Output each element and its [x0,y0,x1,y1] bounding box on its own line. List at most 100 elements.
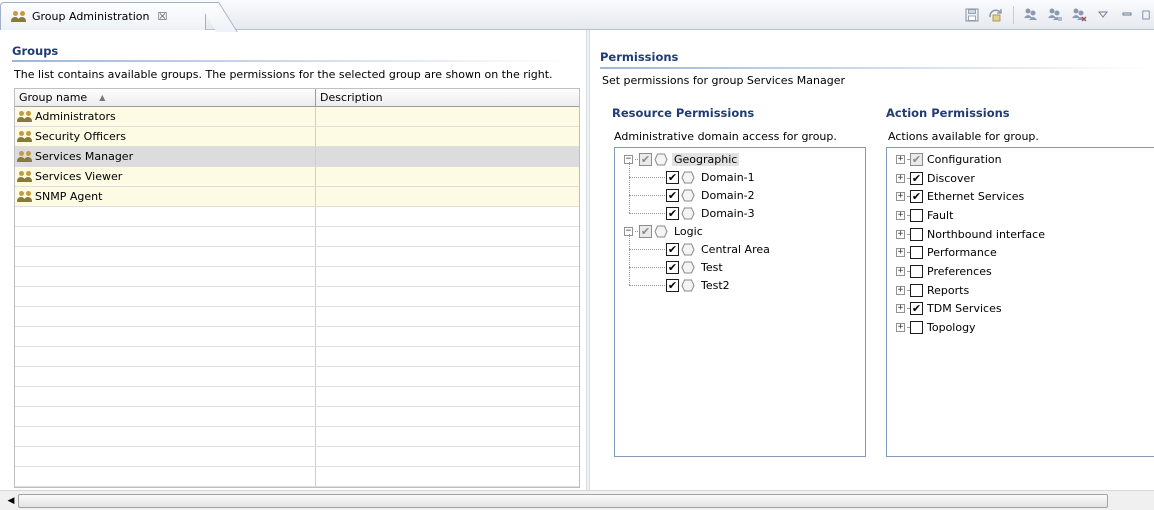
action-node-ethernet-services[interactable]: + ✔ Ethernet Services [887,187,1154,206]
delete-group-icon[interactable] [1070,6,1088,24]
expand-icon[interactable]: + [896,210,905,220]
empty-cell [15,387,316,406]
action-node-preferences[interactable]: + Preferences [887,262,1154,281]
checkbox[interactable] [910,246,923,260]
empty-cell [316,387,579,406]
expand-icon[interactable]: + [896,248,905,258]
table-row[interactable]: Administrators [15,107,579,127]
action-node-reports[interactable]: + Reports [887,281,1154,300]
table-row [15,227,579,247]
expand-icon[interactable]: + [896,304,905,314]
checkbox[interactable] [910,264,923,278]
tree-connector [629,194,665,196]
groups-title-underline [12,60,572,62]
table-row[interactable]: SNMP Agent [15,187,579,207]
tree-node-label: Domain-2 [701,188,755,202]
checkbox[interactable]: ✔ [666,278,679,292]
checkbox[interactable] [910,283,923,297]
scroll-right-arrow-icon[interactable] [1146,494,1154,508]
expand-icon[interactable]: + [896,192,905,202]
checkbox[interactable]: ✔ [666,260,679,274]
empty-cell [15,447,316,466]
tree-connector [907,252,909,254]
action-permissions-description: Actions available for group. [888,130,1039,143]
save-icon[interactable] [963,6,981,24]
tree-node-logic[interactable]: − ✔ Logic [615,222,865,240]
view-menu-icon[interactable] [1094,6,1112,24]
checkbox[interactable]: ✔ [666,188,679,202]
checkbox[interactable] [910,227,923,241]
action-node-fault[interactable]: + Fault [887,206,1154,225]
group-description-cell [316,187,579,206]
table-row [15,327,579,347]
maximize-icon[interactable] [1142,6,1150,24]
edit-group-icon[interactable] [1046,6,1064,24]
action-node-topology[interactable]: + Topology [887,318,1154,337]
table-row[interactable]: Security Officers [15,127,579,147]
column-header-group-name[interactable]: Group name ▲ [15,89,316,106]
tab-group-administration[interactable]: Group Administration ☒ [0,2,206,30]
action-node-label: Northbound interface [927,227,1045,241]
tree-connector [907,327,909,329]
action-node-tdm-services[interactable]: + ✔ TDM Services [887,300,1154,319]
action-node-performance[interactable]: + Performance [887,243,1154,262]
checkbox[interactable] [910,321,923,335]
checkbox[interactable]: ✔ [910,171,923,185]
expand-icon[interactable]: + [896,173,905,183]
checkbox[interactable]: ✔ [666,170,679,184]
tree-node-domain-1[interactable]: ✔ Domain-1 [615,162,865,186]
table-row[interactable]: Services Manager [15,147,579,167]
scroll-left-arrow-icon[interactable]: ◀ [4,494,18,508]
checkbox[interactable]: ✔ [639,224,652,238]
add-group-icon[interactable] [1022,6,1040,24]
scrollbar-thumb[interactable] [18,494,1108,508]
checkbox[interactable]: ✔ [910,302,923,316]
group-description-cell [316,147,579,166]
action-node-configuration[interactable]: + ✔ Configuration [887,150,1154,169]
tree-node-label: Domain-1 [701,170,755,184]
tree-node-domain-3[interactable]: ✔ Domain-3 [615,195,865,222]
checkbox[interactable]: ✔ [910,152,923,166]
tree-node-test[interactable]: ✔ Test [615,249,865,276]
minimize-icon[interactable] [1118,6,1136,24]
close-icon[interactable]: ☒ [157,10,167,23]
action-node-discover[interactable]: + ✔ Discover [887,169,1154,188]
refresh-icon[interactable] [987,6,1005,24]
empty-cell [15,287,316,306]
tree-connector [629,162,630,177]
tree-node-geographic[interactable]: − ✔ Geographic [615,150,865,168]
checkbox[interactable]: ✔ [666,206,679,220]
expand-icon[interactable]: + [896,266,905,276]
column-header-description[interactable]: Description [316,89,579,106]
tree-connector [629,284,665,286]
tree-node-central-area[interactable]: ✔ Central Area [615,234,865,258]
expand-icon[interactable]: + [896,154,905,164]
group-name-text: Security Officers [35,130,127,143]
empty-cell [316,307,579,326]
groups-section: Groups The list contains available group… [0,30,586,490]
expand-icon[interactable]: + [896,229,905,239]
tree-connector [629,177,630,195]
checkbox[interactable]: ✔ [910,190,923,204]
action-node-northbound-interface[interactable]: + Northbound interface [887,225,1154,244]
group-icon [17,151,33,162]
group-name-text: Services Manager [35,150,134,163]
checkbox[interactable]: ✔ [639,152,652,166]
domain-icon [654,225,668,238]
tree-node-test2[interactable]: ✔ Test2 [615,267,865,294]
expand-icon[interactable]: + [896,323,905,333]
empty-cell [15,267,316,286]
checkbox[interactable] [910,208,923,222]
horizontal-scrollbar[interactable]: ◀ [0,490,1154,510]
empty-cell [316,207,579,226]
table-row [15,267,579,287]
action-node-label: TDM Services [927,302,1002,316]
table-row[interactable]: Services Viewer [15,167,579,187]
groups-title: Groups [12,44,59,58]
tree-connector [907,177,909,179]
tree-connector [907,214,909,216]
tree-connector [907,233,909,235]
checkbox[interactable]: ✔ [666,242,679,256]
tree-node-domain-2[interactable]: ✔ Domain-2 [615,177,865,204]
expand-icon[interactable]: + [896,285,905,295]
